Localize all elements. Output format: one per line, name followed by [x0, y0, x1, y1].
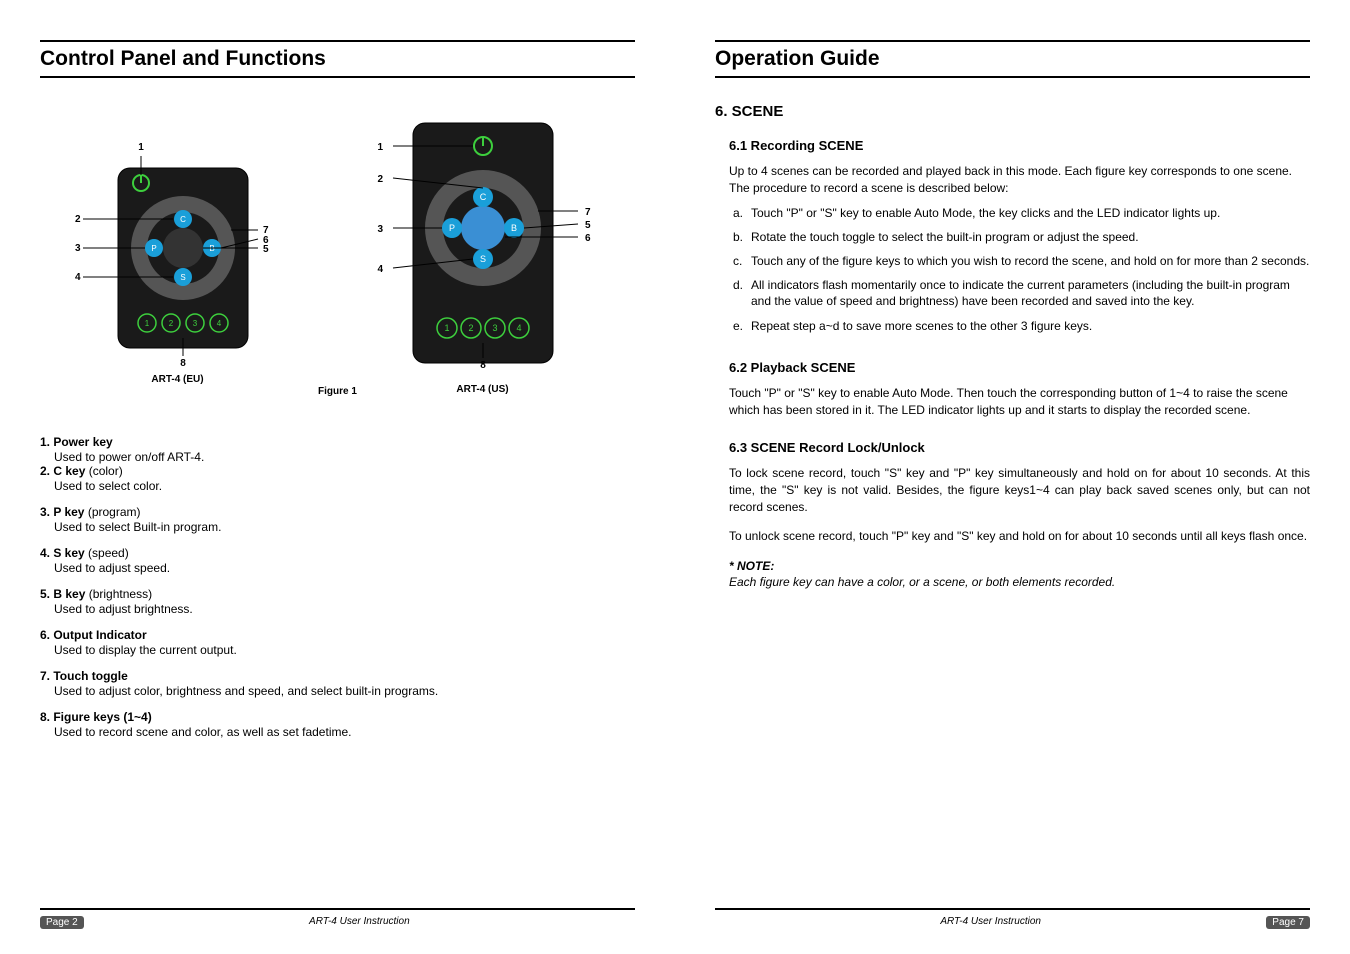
def-3: 3. P key (program)Used to select Built-i…: [40, 505, 635, 534]
svg-text:P: P: [448, 223, 454, 233]
section-6-2-title: 6.2 Playback SCENE: [729, 360, 1310, 375]
svg-text:S: S: [180, 273, 185, 282]
section-6-1-steps: a.Touch "P" or "S" key to enable Auto Mo…: [733, 205, 1310, 342]
panel-us-svg: C P B S 1 2 3 4: [353, 118, 613, 378]
section-6-2-body: Touch "P" or "S" key to enable Auto Mode…: [729, 385, 1310, 419]
callout-us-5: 5: [585, 220, 591, 231]
step-d: d.All indicators flash momentarily once …: [733, 277, 1310, 309]
page-number-right: Page 7: [1266, 916, 1310, 929]
note-head: * NOTE:: [729, 559, 1310, 573]
svg-text:2: 2: [168, 319, 173, 328]
svg-text:C: C: [479, 192, 486, 202]
page-right: Operation Guide 6. SCENE 6.1 Recording S…: [675, 0, 1350, 954]
panel-eu-svg: C P B S 1 2 3 4: [63, 118, 293, 368]
note-body: Each figure key can have a color, or a s…: [729, 575, 1310, 589]
def-7: 7. Touch toggleUsed to adjust color, bri…: [40, 669, 635, 698]
panel-us-label: ART-4 (US): [456, 384, 508, 395]
step-b: b.Rotate the touch toggle to select the …: [733, 229, 1310, 245]
panel-us-block: C P B S 1 2 3 4: [353, 118, 613, 395]
callout-eu-1: 1: [138, 142, 144, 153]
page-title-right: Operation Guide: [715, 40, 1310, 78]
doc-name-left: ART-4 User Instruction: [309, 916, 410, 929]
step-e: e.Repeat step a~d to save more scenes to…: [733, 318, 1310, 334]
svg-text:1: 1: [144, 319, 149, 328]
svg-text:3: 3: [492, 323, 497, 333]
svg-text:B: B: [510, 223, 516, 233]
definition-list: 1. Power keyUsed to power on/off ART-4. …: [40, 435, 635, 751]
section-6-3-p2: To unlock scene record, touch "P" key an…: [729, 528, 1310, 545]
callout-eu-7: 7: [263, 225, 269, 236]
page-number-left: Page 2: [40, 916, 84, 929]
svg-text:S: S: [479, 254, 485, 264]
callout-us-3: 3: [377, 224, 383, 235]
page-title-left: Control Panel and Functions: [40, 40, 635, 78]
callout-eu-3: 3: [75, 243, 81, 254]
def-6: 6. Output IndicatorUsed to display the c…: [40, 628, 635, 657]
def-4: 4. S key (speed)Used to adjust speed.: [40, 546, 635, 575]
step-a: a.Touch "P" or "S" key to enable Auto Mo…: [733, 205, 1310, 221]
def-5: 5. B key (brightness)Used to adjust brig…: [40, 587, 635, 616]
callout-us-6: 6: [585, 233, 591, 244]
page-left: Control Panel and Functions C P B S: [0, 0, 675, 954]
section-6-1-intro: Up to 4 scenes can be recorded and playe…: [729, 163, 1310, 197]
callout-eu-6: 6: [263, 235, 269, 246]
output-indicator-us: [461, 206, 505, 250]
callout-eu-8: 8: [180, 358, 186, 368]
footer-right: ART-4 User Instruction Page 7: [715, 908, 1310, 929]
doc-name-right: ART-4 User Instruction: [940, 916, 1041, 929]
svg-text:4: 4: [216, 319, 221, 328]
callout-us-2: 2: [377, 174, 383, 185]
svg-text:P: P: [151, 244, 156, 253]
callout-eu-4: 4: [75, 272, 81, 283]
callout-us-8: 8: [480, 360, 486, 371]
callout-us-7: 7: [585, 207, 591, 218]
step-c: c.Touch any of the figure keys to which …: [733, 253, 1310, 269]
figure-caption: Figure 1: [318, 386, 357, 397]
panel-eu-label: ART-4 (EU): [151, 374, 203, 385]
svg-text:C: C: [180, 215, 186, 224]
section-6-3-p1: To lock scene record, touch "S" key and …: [729, 465, 1310, 515]
callout-eu-2: 2: [75, 214, 81, 225]
section-6-1-title: 6.1 Recording SCENE: [729, 138, 1310, 153]
callout-us-1: 1: [377, 142, 383, 153]
svg-text:4: 4: [516, 323, 521, 333]
def-8: 8. Figure keys (1~4)Used to record scene…: [40, 710, 635, 739]
figure-area: C P B S 1 2 3 4: [40, 118, 635, 395]
footer-left: Page 2 ART-4 User Instruction: [40, 908, 635, 929]
svg-text:2: 2: [468, 323, 473, 333]
section-6-3-title: 6.3 SCENE Record Lock/Unlock: [729, 440, 1310, 455]
def-1: 1. Power keyUsed to power on/off ART-4.: [40, 435, 635, 464]
def-2: 2. C key (color)Used to select color.: [40, 464, 635, 493]
svg-text:1: 1: [444, 323, 449, 333]
svg-text:3: 3: [192, 319, 197, 328]
section-6: 6. SCENE: [715, 103, 1310, 120]
callout-us-4: 4: [377, 264, 383, 275]
panel-eu-block: C P B S 1 2 3 4: [63, 118, 293, 395]
